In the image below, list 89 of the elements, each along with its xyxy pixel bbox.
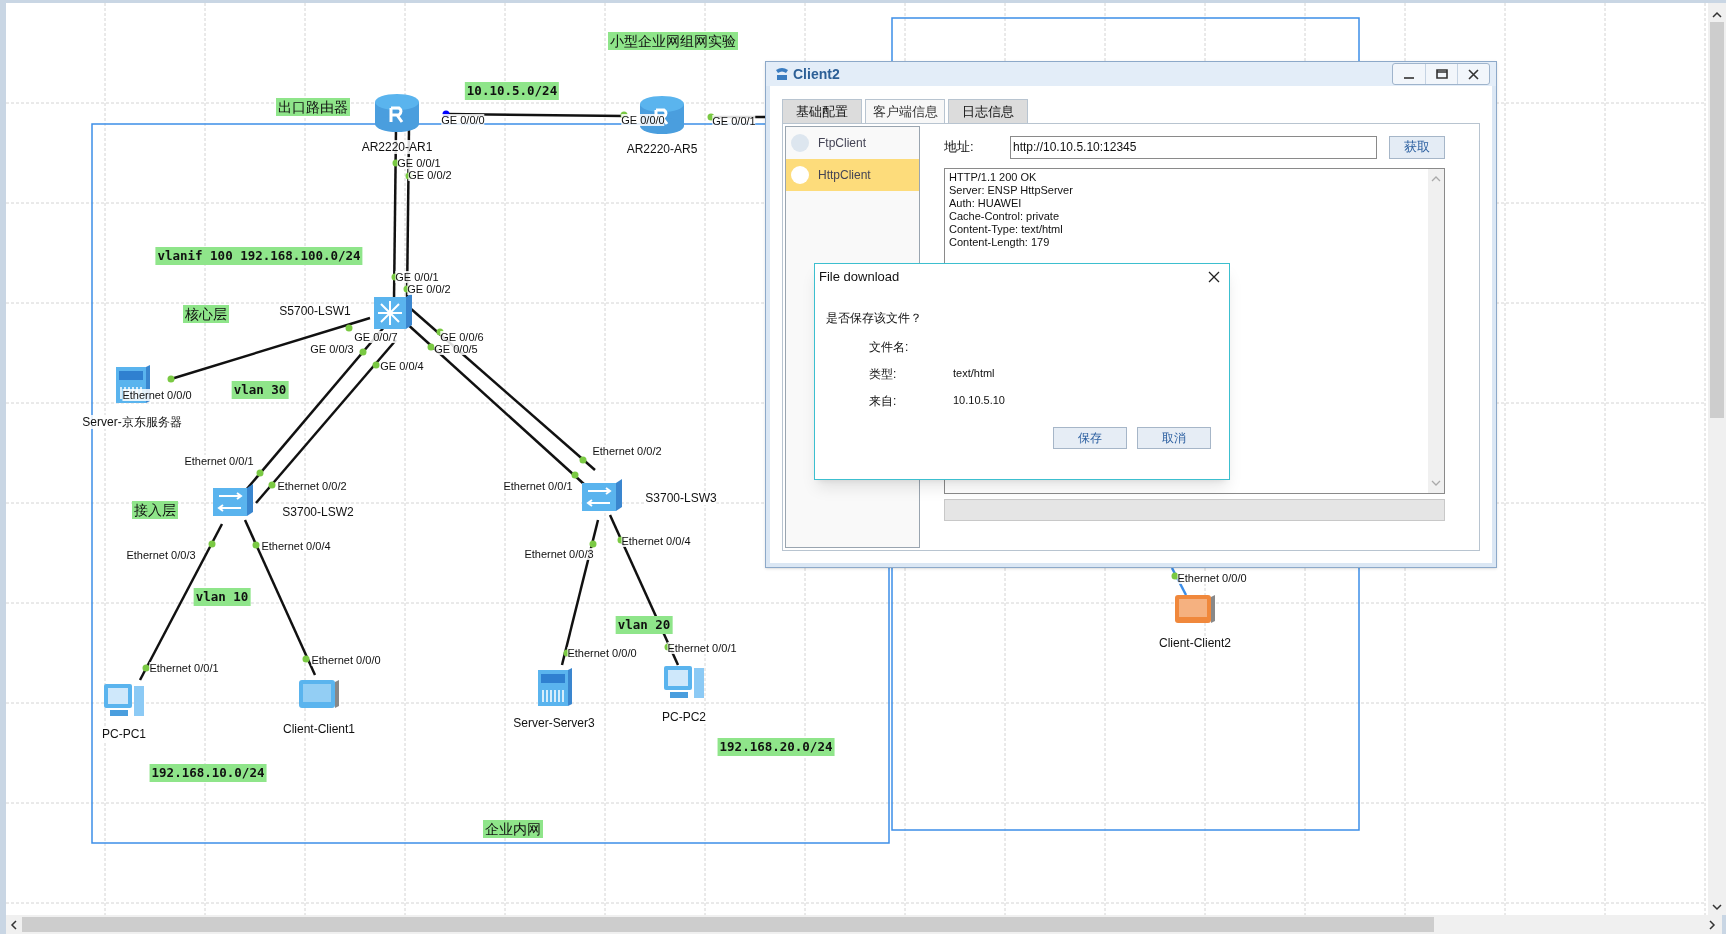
response-line: Server: ENSP HttpServer [949,184,1074,197]
response-line: Auth: HUAWEI [949,197,1023,210]
device-label: S3700-LSW3 [645,491,717,505]
port-label: Ethernet 0/0/1 [184,455,254,467]
device-label: Server-京东服务器 [82,415,182,429]
network-note: 出口路由器 [276,98,350,116]
device-label: Client-Client1 [283,722,355,736]
field-value: text/html [953,366,995,382]
network-note: 192.168.10.0/24 [149,764,267,782]
response-line: Content-Length: 179 [949,236,1051,249]
port-label: GE 0/0/1 [397,157,441,169]
field-label: 类型: [869,365,898,383]
device-label: PC-PC2 [662,710,706,724]
device-label: S5700-LSW1 [279,304,351,318]
port-label: Ethernet 0/0/4 [261,540,331,552]
device-label: Server-Server3 [513,716,595,730]
port-label: GE 0/0/1 [395,271,439,283]
network-note: 企业内网 [483,820,543,838]
port-label: Ethernet 0/0/1 [667,642,737,654]
circle-icon [790,165,810,185]
port-label: Ethernet 0/0/0 [567,647,637,659]
network-note: 核心层 [183,305,229,323]
port-label: GE 0/0/7 [354,331,398,343]
response-line: Cache-Control: private [949,210,1061,223]
minimize-icon [1403,77,1415,79]
close-icon [1207,270,1221,284]
port-label: GE 0/0/4 [380,360,424,372]
device-label: PC-PC1 [102,727,146,741]
address-label: 地址: [944,138,975,157]
network-note: 192.168.20.0/24 [717,738,835,756]
close-icon [1468,68,1479,80]
port-label: Ethernet 0/0/3 [524,548,594,560]
maximize-icon [1435,69,1448,79]
port-label: GE 0/0/5 [434,343,478,355]
dialog-title: File download [819,268,900,287]
client-list-item[interactable]: FtpClient [786,127,919,159]
port-label: Ethernet 0/0/2 [592,445,662,457]
dialog-question: 是否保存该文件？ [826,310,923,327]
switch-icon[interactable] [374,293,412,329]
network-note: 接入层 [132,501,178,519]
port-label: GE 0/0/3 [310,343,354,355]
port-label: GE 0/0/0 [441,114,485,126]
device-label: S3700-LSW2 [282,505,354,519]
horizontal-scrollbar[interactable] [6,915,1722,934]
port-label: Ethernet 0/0/0 [122,389,192,401]
port-label: Ethernet 0/0/1 [149,662,219,674]
network-note: vlanif 100 192.168.100.0/24 [155,247,363,265]
field-label: 来自: [869,392,898,410]
scroll-left-icon[interactable] [10,919,17,930]
tab[interactable]: 基础配置 [782,99,862,123]
device-label: AR2220-AR1 [361,140,433,154]
port-label: Ethernet 0/0/4 [621,535,691,547]
network-note: vlan 10 [193,588,251,606]
port-label: GE 0/0/2 [407,283,451,295]
circle-icon [790,133,810,153]
response-line: HTTP/1.1 200 OK [949,171,1038,184]
tab[interactable]: 客户端信息 [865,99,945,123]
scrollbar-thumb[interactable] [22,917,1434,932]
port-label: GE 0/0/2 [408,169,452,181]
scrollbar-thumb[interactable] [1710,22,1724,418]
network-note: 10.10.5.0/24 [464,82,560,100]
port-label: GE 0/0/1 [712,115,756,127]
network-note: 小型企业网组网实验 [608,32,738,50]
scroll-down-icon[interactable] [1712,904,1722,911]
port-label: GE 0/0/0 [621,114,665,126]
scroll-up-icon[interactable] [1712,11,1722,18]
port-label: Ethernet 0/0/3 [126,549,196,561]
scroll-right-icon[interactable] [1709,919,1716,930]
vertical-scrollbar[interactable] [1708,3,1726,915]
response-line: Content-Type: text/html [949,223,1064,236]
network-note: vlan 30 [231,381,289,399]
window-title: Client2 [793,64,840,84]
network-note: vlan 20 [615,616,673,634]
port-label: Ethernet 0/0/0 [1177,572,1247,584]
port-label: Ethernet 0/0/1 [503,480,573,492]
device-label: AR2220-AR5 [626,142,698,156]
dialog-button[interactable]: 保存 [1053,427,1127,449]
device-label: Client-Client2 [1159,636,1231,650]
dialog-button[interactable]: 取消 [1137,427,1211,449]
field-value: 10.10.5.10 [953,393,1005,409]
port-label: Ethernet 0/0/0 [311,654,381,666]
tab[interactable]: 日志信息 [948,99,1028,123]
address-field[interactable]: http://10.10.5.10:12345 [1010,135,1377,159]
field-label: 文件名: [869,338,910,356]
app-logo-icon [774,66,790,82]
port-label: Ethernet 0/0/2 [277,480,347,492]
fetch-button[interactable]: 获取 [1389,135,1445,159]
port-label: GE 0/0/6 [440,331,484,343]
client-list-item[interactable]: HttpClient [786,159,919,191]
